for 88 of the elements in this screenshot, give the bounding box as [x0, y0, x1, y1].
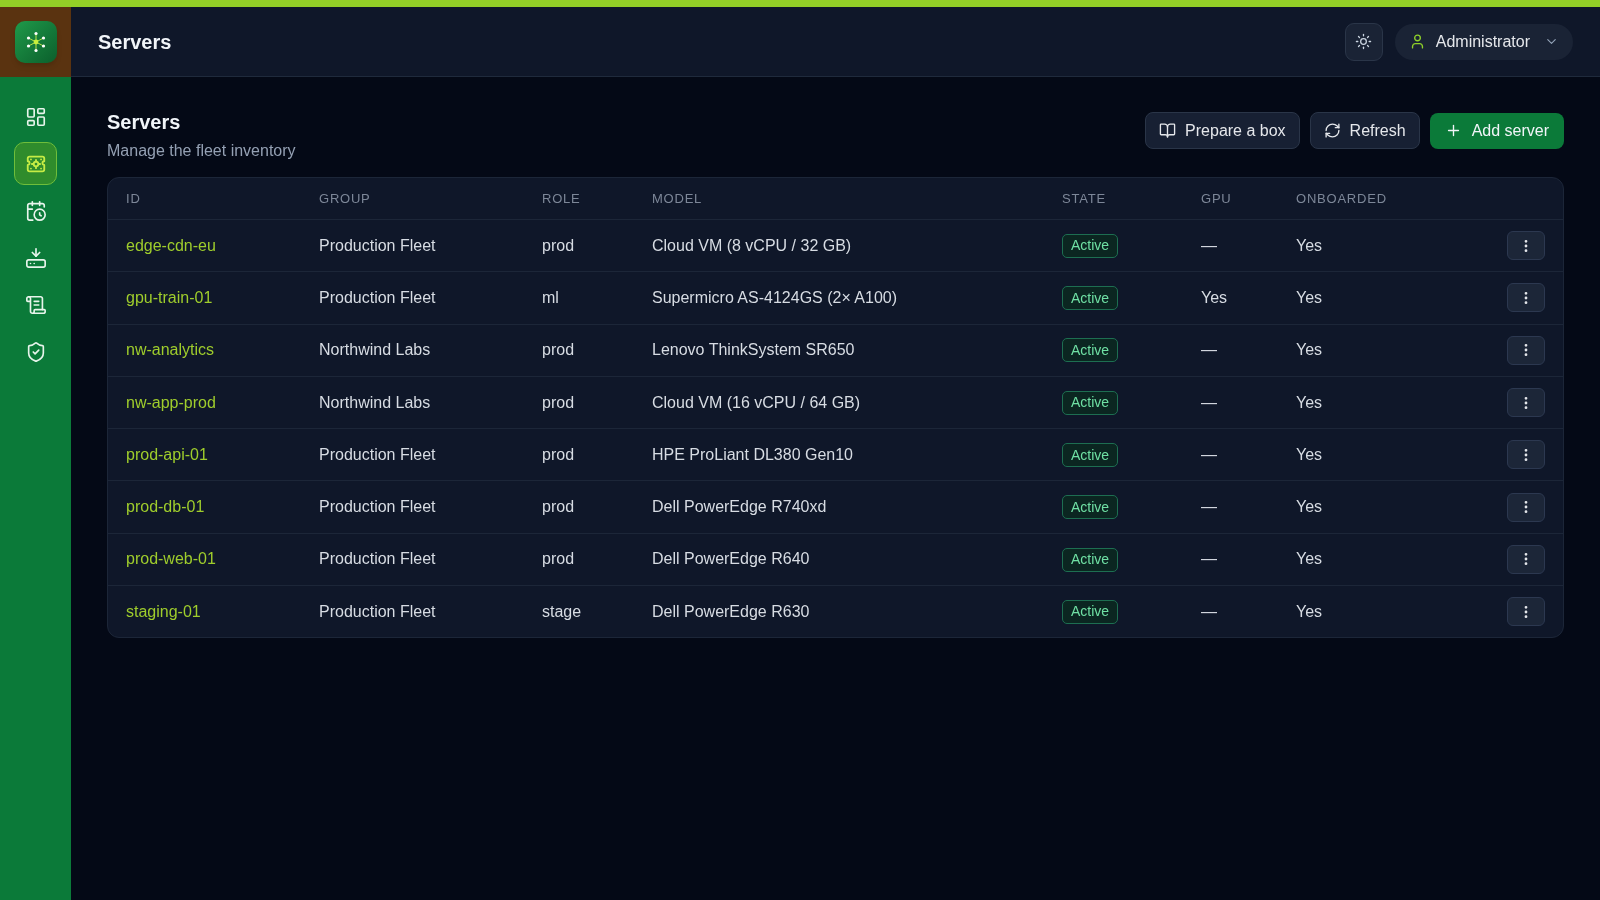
server-link[interactable]: staging-01 [126, 599, 201, 624]
table-cell-text: Yes [1296, 601, 1323, 622]
table-cell-text: Production Fleet [319, 549, 436, 570]
table-cell-text: — [1201, 235, 1217, 256]
table-cell-text: prod [542, 392, 575, 413]
server-link[interactable]: prod-api-01 [126, 442, 208, 467]
book-icon [1159, 122, 1177, 139]
table-cell-text: Yes [1296, 444, 1323, 465]
table-cell-text: — [1201, 601, 1217, 622]
server-link[interactable]: nw-analytics [126, 338, 215, 363]
table-cell-text: Yes [1296, 235, 1323, 256]
column-header: MODEL [652, 189, 703, 208]
row-actions-button[interactable] [1507, 597, 1545, 627]
table-cell-text: Northwind Labs [319, 392, 431, 413]
table-cell-text: Northwind Labs [319, 340, 431, 361]
server-link[interactable]: gpu-train-01 [126, 285, 213, 310]
dashboard-grid-icon [24, 105, 47, 128]
server-link[interactable]: prod-db-01 [126, 495, 205, 520]
table-cell-text: Yes [1296, 287, 1323, 308]
table-cell-text: ml [542, 287, 559, 308]
status-badge: Active [1062, 599, 1119, 624]
status-badge: Active [1062, 390, 1119, 415]
network-logo-icon [14, 21, 57, 63]
table-cell-text: Yes [1296, 497, 1323, 518]
table-cell-text: Cloud VM (8 vCPU / 32 GB) [652, 235, 852, 256]
table-cell-text: Production Fleet [319, 444, 436, 465]
server-link[interactable]: prod-web-01 [126, 547, 216, 572]
table-cell-text: prod [542, 340, 575, 361]
action-button[interactable]: Prepare a box [1145, 112, 1300, 149]
table-cell-text: prod [542, 497, 575, 518]
table-cell-text: HPE ProLiant DL380 Gen10 [652, 444, 853, 465]
column-header: STATE [1062, 189, 1106, 208]
table-cell-text: — [1201, 549, 1217, 570]
column-header: ID [126, 189, 141, 208]
action-button[interactable]: Add server [1429, 112, 1564, 149]
download-tray-icon [24, 246, 47, 269]
table-cell-text: Yes [1201, 287, 1228, 308]
table-cell-text: stage [542, 601, 582, 622]
table-cell-text: Production Fleet [319, 601, 436, 622]
status-badge: Active [1062, 338, 1119, 363]
table-cell-text: — [1201, 497, 1217, 518]
column-header: GROUP [319, 189, 371, 208]
row-actions-button[interactable] [1507, 544, 1545, 574]
row-actions-button[interactable] [1507, 388, 1545, 418]
table-cell-text: prod [542, 444, 575, 465]
page-subtitle: Manage the fleet inventory [107, 141, 296, 161]
column-header: GPU [1201, 189, 1232, 208]
table-cell-text: prod [542, 549, 575, 570]
table-cell-text: Yes [1296, 392, 1323, 413]
table-cell-text: Supermicro AS-4124GS (2× A100) [652, 287, 898, 308]
table-cell-text: — [1201, 444, 1217, 465]
table-cell-text: Dell PowerEdge R740xd [652, 497, 827, 518]
table-cell-text: — [1201, 392, 1217, 413]
table-cell-text: Production Fleet [319, 497, 436, 518]
server-link[interactable]: edge-cdn-eu [126, 233, 216, 258]
column-header: ROLE [542, 189, 581, 208]
sun-icon [1355, 33, 1373, 50]
scroll-icon [24, 293, 47, 316]
column-header: ONBOARDED [1296, 189, 1387, 208]
refresh-icon [1323, 122, 1341, 139]
status-badge: Active [1062, 233, 1119, 258]
action-button[interactable]: Refresh [1309, 112, 1420, 149]
row-actions-button[interactable] [1507, 440, 1545, 470]
table-cell-text: Production Fleet [319, 287, 436, 308]
table-cell-text: Dell PowerEdge R640 [652, 549, 810, 570]
table-cell-text: Dell PowerEdge R630 [652, 601, 810, 622]
user-menu-button[interactable]: Administrator [1394, 23, 1573, 60]
calendar-clock-icon [24, 199, 47, 222]
status-badge: Active [1062, 495, 1119, 520]
row-actions-button[interactable] [1507, 335, 1545, 365]
server-link[interactable]: nw-app-prod [126, 390, 216, 415]
table-cell-text: Production Fleet [319, 235, 436, 256]
status-badge: Active [1062, 547, 1119, 572]
table-cell-text: Yes [1296, 340, 1323, 361]
row-actions-button[interactable] [1507, 231, 1545, 261]
page-title: Servers [107, 110, 181, 135]
header-title: Servers [98, 29, 172, 55]
sidebar-nav-button[interactable] [14, 142, 57, 185]
row-actions-button[interactable] [1507, 283, 1545, 313]
table-cell-text: Lenovo ThinkSystem SR650 [652, 340, 855, 361]
table-cell-text: prod [542, 235, 575, 256]
table-cell-text: — [1201, 340, 1217, 361]
status-badge: Active [1062, 286, 1119, 311]
theme-toggle-button[interactable] [1344, 22, 1383, 61]
table-cell-text: Yes [1296, 549, 1323, 570]
table-cell-text: Cloud VM (16 vCPU / 64 GB) [652, 392, 861, 413]
row-actions-button[interactable] [1507, 492, 1545, 522]
status-badge: Active [1062, 443, 1119, 468]
